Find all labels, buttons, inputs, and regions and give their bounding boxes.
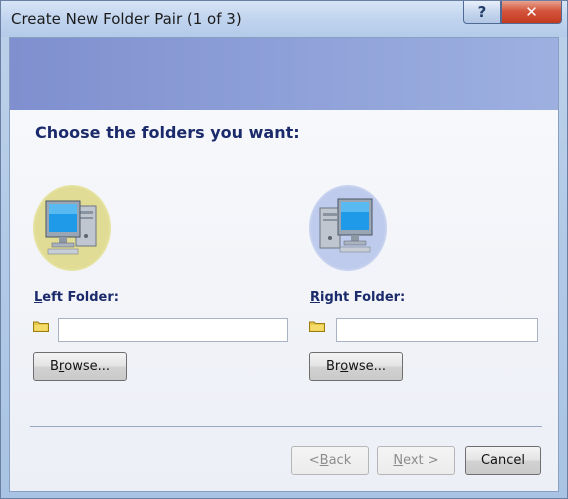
help-icon: ? <box>477 3 487 21</box>
help-button[interactable]: ? <box>463 1 501 24</box>
back-button[interactable]: < Back <box>291 446 369 475</box>
dialog-client-area: Choose the folders you want: Left Folder… <box>9 37 559 492</box>
computer-icon <box>33 185 111 271</box>
footer-divider <box>30 426 542 427</box>
left-browse-button[interactable]: Br owse... <box>33 352 127 381</box>
right-folder-path-input[interactable] <box>336 318 538 342</box>
cancel-button[interactable]: Cancel <box>465 446 541 475</box>
header-banner <box>10 38 558 110</box>
window-title: Create New Folder Pair (1 of 3) <box>11 10 242 28</box>
wizard-body: Choose the folders you want: Left Folder… <box>10 110 558 491</box>
right-browse-button[interactable]: Br o wse... <box>309 352 403 381</box>
right-folder-label: Right Folder: <box>310 290 406 305</box>
folder-icon <box>33 321 49 332</box>
title-bar[interactable]: Create New Folder Pair (1 of 3) ? ✕ <box>1 1 567 37</box>
close-button[interactable]: ✕ <box>501 1 562 24</box>
left-folder-label: Left Folder: <box>34 290 119 305</box>
next-button[interactable]: Next > <box>377 446 455 475</box>
left-folder-path-input[interactable] <box>58 318 288 342</box>
dialog-window: Create New Folder Pair (1 of 3) ? ✕ Choo… <box>0 0 568 499</box>
page-heading: Choose the folders you want: <box>35 123 300 142</box>
computer-icon <box>309 185 387 271</box>
close-icon: ✕ <box>525 3 538 21</box>
folder-icon <box>309 321 325 332</box>
